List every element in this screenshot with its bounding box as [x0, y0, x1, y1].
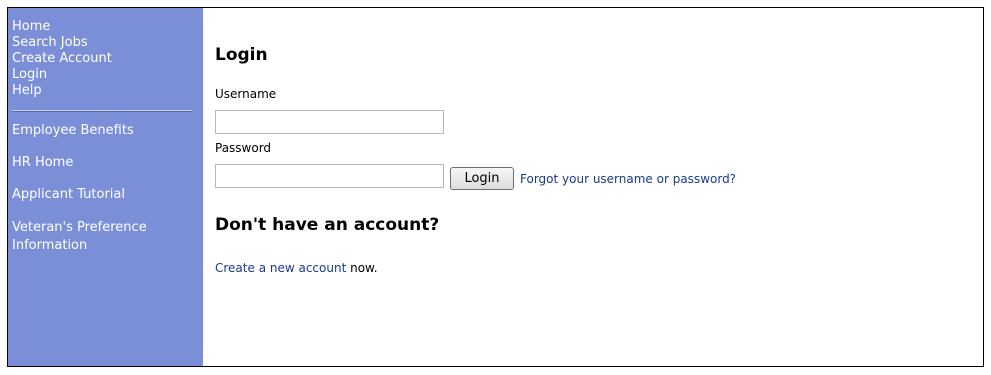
sidebar-link-veterans-preference[interactable]: Veteran's Preference Information: [12, 219, 187, 255]
no-account-heading: Don't have an account?: [215, 215, 440, 235]
password-label: Password: [215, 141, 272, 155]
page-frame: Home Search Jobs Create Account Login He…: [7, 7, 984, 367]
sidebar-secondary-nav: Employee Benefits HR Home Applicant Tuto…: [12, 123, 203, 255]
sidebar-link-help[interactable]: Help: [12, 83, 203, 99]
sidebar-link-hr-home[interactable]: HR Home: [12, 155, 203, 171]
password-input[interactable]: [215, 164, 444, 188]
create-account-suffix: now.: [346, 261, 378, 275]
forgot-credentials-link[interactable]: Forgot your username or password?: [520, 172, 736, 186]
sidebar-link-applicant-tutorial[interactable]: Applicant Tutorial: [12, 187, 203, 203]
username-label: Username: [215, 87, 277, 101]
create-account-link[interactable]: Create a new account: [215, 261, 346, 275]
sidebar: Home Search Jobs Create Account Login He…: [8, 8, 203, 366]
sidebar-primary-nav: Home Search Jobs Create Account Login He…: [12, 19, 203, 99]
main-content: Login Username Password Login Forgot you…: [203, 8, 983, 366]
sidebar-link-employee-benefits[interactable]: Employee Benefits: [12, 123, 203, 139]
sidebar-link-create-account[interactable]: Create Account: [12, 51, 203, 67]
sidebar-divider: [12, 110, 192, 112]
sidebar-link-login[interactable]: Login: [12, 67, 203, 83]
login-heading: Login: [215, 45, 268, 65]
sidebar-link-search-jobs[interactable]: Search Jobs: [12, 35, 203, 51]
sidebar-link-home[interactable]: Home: [12, 19, 203, 35]
login-button[interactable]: Login: [450, 167, 514, 190]
username-input[interactable]: [215, 110, 444, 134]
create-account-line: Create a new account now.: [215, 261, 378, 275]
